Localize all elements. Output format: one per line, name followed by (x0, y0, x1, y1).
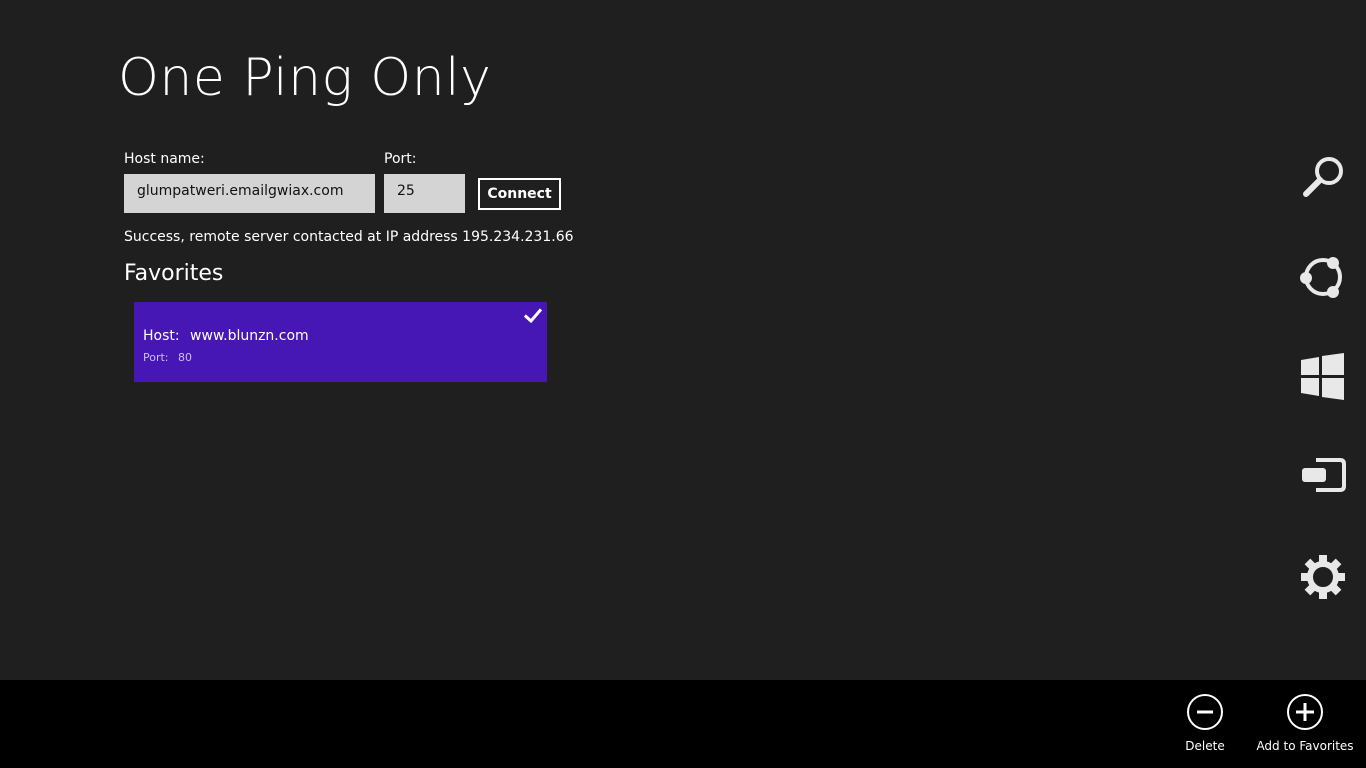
add-to-favorites-label: Add to Favorites (1256, 739, 1354, 753)
share-icon (1300, 257, 1342, 298)
delete-label: Delete (1185, 739, 1225, 753)
host-name-label: Host name: (124, 151, 205, 167)
favorite-port-value: 80 (178, 351, 193, 364)
start-charm[interactable] (1296, 350, 1350, 404)
add-to-favorites-button[interactable]: Add to Favorites (1255, 694, 1355, 753)
plus-icon (1287, 694, 1323, 730)
favorite-host-value: www.blunzn.com (190, 328, 309, 344)
minus-icon (1187, 694, 1223, 730)
favorite-item[interactable]: Host: www.blunzn.com Port: 80 (134, 302, 547, 382)
favorite-host-key: Host: (143, 328, 180, 344)
favorite-port-key: Port: (143, 351, 169, 364)
app-page: One Ping Only Host name: Port: Connect S… (0, 0, 1366, 768)
search-charm[interactable] (1296, 150, 1350, 204)
share-charm[interactable] (1296, 250, 1350, 304)
devices-icon (1302, 458, 1346, 492)
delete-button[interactable]: Delete (1155, 694, 1255, 753)
connect-button[interactable]: Connect (478, 178, 561, 210)
settings-gear-icon (1301, 555, 1345, 599)
search-icon (1303, 157, 1343, 197)
port-label: Port: (384, 151, 417, 167)
favorite-host-row: Host: www.blunzn.com (143, 328, 309, 344)
favorites-heading: Favorites (124, 261, 224, 286)
host-name-input[interactable] (124, 174, 375, 213)
windows-start-icon (1301, 353, 1344, 400)
port-input[interactable] (384, 174, 465, 213)
app-bar: Delete Add to Favorites (0, 680, 1366, 768)
favorite-port-row: Port: 80 (143, 351, 192, 364)
page-title: One Ping Only (118, 48, 492, 108)
checkmark-icon (524, 308, 542, 324)
status-message: Success, remote server contacted at IP a… (124, 229, 574, 245)
devices-charm[interactable] (1296, 450, 1350, 504)
settings-charm[interactable] (1296, 550, 1350, 604)
